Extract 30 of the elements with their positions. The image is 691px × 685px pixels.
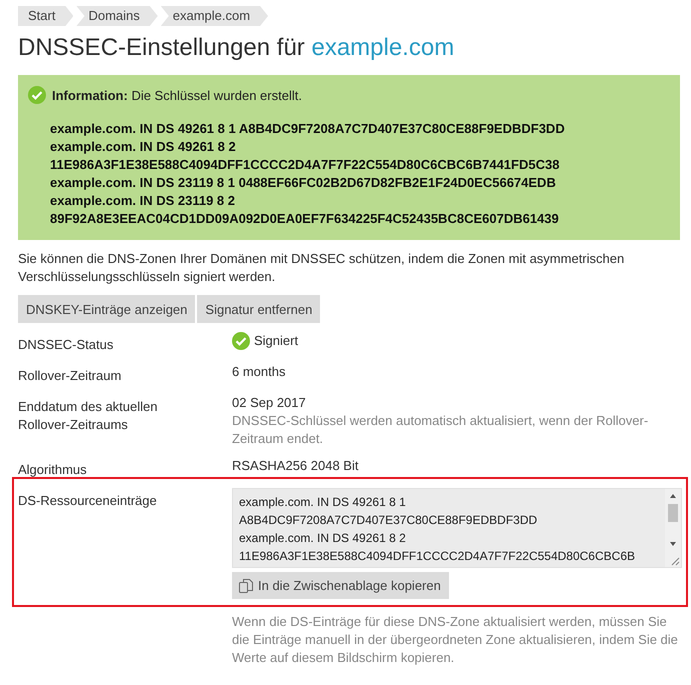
hint-text: DNSSEC-Schlüssel werden automatisch aktualisiert, wenn der Rollover-Zeitraum endet. [232, 412, 650, 448]
page-title: DNSSEC-Einstellungen für [18, 34, 305, 61]
ds-record: example.com. IN DS 23119 8 2 [50, 192, 236, 210]
field-label: DNSSEC-Status [18, 336, 114, 354]
description-text: Sie können die DNS-Zonen Ihrer Domänen mit DNSSEC schützen, indem die Zonen mit asymmetrischen Verschlüsselungsschlüsseln signiert werden. [18, 250, 626, 286]
copy-icon [238, 578, 254, 594]
field-value: RSASHA256 2048 Bit [232, 457, 360, 475]
ds-record: example.com. IN DS 49261 8 1 A8B4DC9F7208A7C7D407E37C80CE88F9EDBDF3DD [50, 120, 566, 138]
ds-record: 89F92A8E3EEAC04CD1DD09A092D0EA0EF7F634225F4C52435BC8CE607DB61439 [50, 210, 560, 228]
breadcrumb-link[interactable]: Domains [76, 6, 158, 26]
status-value: Signiert [254, 332, 298, 350]
field-label: Enddatum des aktuellen Rollover-Zeitraums [18, 398, 158, 434]
check-icon [28, 86, 46, 104]
ds-record: example.com. IN DS 23119 8 1 0488EF66FC02B2D67D82FB2E1F24D0EC56674EDB [50, 174, 557, 192]
field-value: 6 months [232, 363, 286, 381]
field-label: Rollover-Zeitraum [18, 367, 122, 385]
action-button[interactable]: DNSKEY-Einträge anzeigen [18, 295, 196, 323]
info-message: Information: Die Schlüssel wurden erstellt. [52, 88, 302, 102]
field-label: Algorithmus [18, 461, 88, 479]
ds-records-field[interactable]: example.com. IN DS 49261 8 1 A8B4DC9F7208A7C7D407E37C80CE88F9EDBDF3DD example.com. IN DS 49261 8 2 11E986A3F1E38E588C4094DFF1CCCC2D4A7F7F22C554D80C6CBC6B [232, 488, 682, 568]
ds-record: example.com. IN DS 49261 8 2 [50, 138, 237, 156]
breadcrumb-link[interactable]: Start [18, 6, 74, 26]
breadcrumb-link[interactable]: example.com [160, 6, 268, 26]
field-label: DS-Ressourceneinträge [18, 492, 158, 510]
field-value: 02 Sep 2017 [232, 394, 307, 412]
check-icon [232, 332, 250, 350]
hint-text: Wenn die DS-Einträge für diese DNS-Zone aktualisiert werden, müssen Sie die Einträge manuell in der übergeordneten Zone aktualisieren, indem Sie die Werte auf diesem Bildschirm kopieren. [232, 613, 679, 667]
ds-record: 11E986A3F1E38E588C4094DFF1CCCC2D4A7F7F22C554D80C6CBC6B7441FD5C38 [50, 156, 560, 174]
action-button[interactable]: Signatur entfernen [197, 295, 320, 323]
copy-button[interactable]: In die Zwischenablage kopieren [232, 572, 449, 599]
